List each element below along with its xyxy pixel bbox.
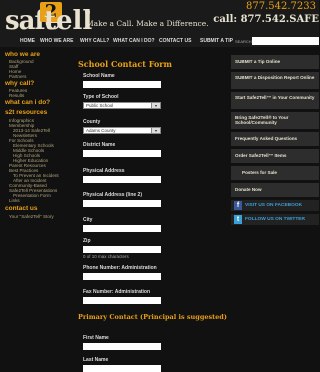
section-what-can-i-do[interactable]: what can i do? [5,99,50,106]
main-nav: HOME WHO WE ARE WHY CALL? WHAT CAN I DO?… [0,36,319,47]
district-label: District Name [83,142,116,148]
district-input[interactable] [83,150,161,157]
nav-submit-tip[interactable]: SUBMIT A TIP [200,38,233,44]
submit-disposition-label: SUBMIT a Disposition Report Online [235,75,315,80]
search-input[interactable] [252,37,319,45]
last-name-input[interactable] [83,365,161,372]
twitter-icon: t [234,215,242,224]
link-results[interactable]: Results [9,93,24,98]
county-select[interactable]: Adams County ▾ [83,127,161,134]
county-select-value: Adams County [86,128,116,133]
phone-admin-input[interactable] [83,273,161,280]
link-your-story[interactable]: Your "Safe2Tell" Story [9,214,54,219]
phone-vanity: call: 877.542.SAFE [213,14,319,25]
nav-who-we-are[interactable]: WHO WE ARE [40,38,73,44]
chevron-down-icon: ▾ [151,103,160,108]
start-safe2tell-link[interactable]: Start Safe2Tell™ in Your Community [231,92,319,109]
facebook-icon: f [234,201,242,210]
physical-address2-input[interactable] [83,200,161,207]
fax-admin-input[interactable] [83,297,161,304]
nav-home[interactable]: HOME [20,38,35,44]
site-header: safe 2 tell ® Make a Call. Make a Differ… [0,0,319,47]
posters-label: Posters for Sale [242,170,277,175]
zip-hint: 0 of 10 max characters [83,254,129,259]
first-name-input[interactable] [83,343,161,350]
bring-safe2tell-label: Bring Safe2Tell® to Your School/Communit… [235,115,289,125]
nav-why-call[interactable]: WHY CALL? [80,38,109,44]
faq-label: Frequently Asked Questions [235,136,298,141]
posters-link[interactable]: Posters for Sale [231,166,319,180]
twitter-link[interactable]: t FOLLOW US ON TWITTER [231,214,319,225]
submit-disposition-link[interactable]: SUBMIT a Disposition Report Online [231,72,319,89]
nav-what-can-i-do[interactable]: WHAT CAN I DO? [113,38,155,44]
phone-number: 877.542.7233 [246,1,316,12]
donate-label: Donate Now [235,187,262,192]
type-select[interactable]: Public School ▾ [83,102,161,109]
start-safe2tell-label: Start Safe2Tell™ in Your Community [235,95,315,100]
submit-tip-link[interactable]: SUBMIT a Tip Online [231,55,319,69]
logo-trademark: ® [85,10,91,17]
physical-address-label: Physical Address [83,168,125,174]
city-label: City [83,217,93,223]
order-items-label: Order Safe2Tell™ Items [235,153,287,158]
primary-contact-title: Primary Contact (Principal is suggested) [78,313,227,321]
type-label: Type of School [83,94,119,100]
link-partners[interactable]: Partners [9,74,26,79]
section-contact-us[interactable]: contact us [5,205,38,212]
type-select-value: Public School [86,103,114,108]
county-label: County [83,119,101,125]
zip-input[interactable] [83,246,161,253]
facebook-label: VISIT US ON FACEBOOK [245,203,303,208]
physical-address-input[interactable] [83,176,161,183]
city-input[interactable] [83,225,161,232]
donate-link[interactable]: Donate Now [231,183,319,197]
phone-admin-label: Phone Number: Administration [83,265,157,271]
zip-label: Zip [83,238,91,244]
search-label: SEARCH: [235,39,253,44]
section-s2t-resources[interactable]: s2t resources [5,109,47,116]
facebook-link[interactable]: f VISIT US ON FACEBOOK [231,200,319,211]
nav-contact-us[interactable]: CONTACT US [159,38,191,44]
first-name-label: First Name [83,335,109,341]
school-name-label: School Name [83,73,115,79]
school-contact-form: School Contact Form School Name Type of … [68,47,228,372]
faq-link[interactable]: Frequently Asked Questions [231,132,319,146]
left-sidebar: who we are Background Staff Home Partner… [0,47,68,368]
right-sidebar: SUBMIT a Tip Online SUBMIT a Disposition… [228,47,319,368]
form-title: School Contact Form [78,59,172,69]
link-links[interactable]: Links [9,198,20,203]
twitter-label: FOLLOW US ON TWITTER [245,217,305,222]
chevron-down-icon: ▾ [151,128,160,133]
physical-address2-label: Physical Address (line 2) [83,192,143,198]
section-why-call[interactable]: why call? [5,80,34,87]
last-name-label: Last Name [83,357,109,363]
school-name-input[interactable] [83,81,161,88]
bring-safe2tell-link[interactable]: Bring Safe2Tell® to Your School/Communit… [231,112,319,129]
order-items-link[interactable]: Order Safe2Tell™ Items [231,149,319,163]
section-who-we-are[interactable]: who we are [5,51,40,58]
submit-tip-label: SUBMIT a Tip Online [235,59,281,64]
fax-admin-label: Fax Number: Administration [83,289,151,295]
tagline: Make a Call. Make a Difference. [86,19,209,28]
